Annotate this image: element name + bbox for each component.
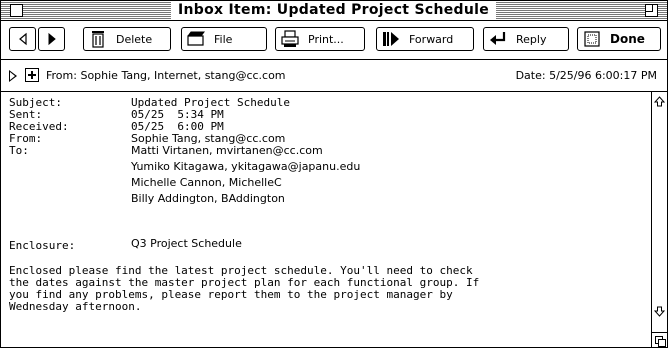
done-icon (584, 31, 600, 47)
zoom-box[interactable] (645, 4, 658, 17)
sent-label: Sent: (9, 108, 43, 121)
received-value: 05/25 6:00 PM (131, 120, 224, 133)
back-arrow-icon (18, 32, 27, 46)
forward-button[interactable]: Forward (376, 27, 474, 51)
forward-message-icon (383, 32, 399, 46)
header-from: From: Sophie Tang, Internet, stang@cc.co… (46, 69, 286, 82)
body-line: the dates against the master project pla… (9, 276, 480, 289)
forward-label: Forward (409, 32, 454, 46)
print-button[interactable]: Print... (275, 27, 365, 51)
scroll-up-arrow-icon[interactable] (654, 96, 665, 107)
print-label: Print... (308, 32, 344, 46)
body-line: you find any problems, please report the… (9, 288, 453, 301)
next-message-button[interactable] (38, 27, 65, 51)
to-recipient: Matti Virtanen, mvirtanen@cc.com (131, 144, 323, 157)
reply-arrow-icon (490, 32, 506, 45)
to-label: To: (9, 144, 29, 157)
subject-label: Subject: (9, 96, 62, 109)
previous-message-button[interactable] (9, 27, 36, 51)
message-body[interactable]: Subject: Updated Project Schedule Sent: … (1, 92, 651, 347)
from-label: From: (9, 132, 43, 145)
body-line: Wednesday afternoon. (9, 300, 142, 313)
add-sender-icon[interactable] (25, 68, 39, 82)
expand-triangle-icon[interactable] (9, 70, 17, 82)
trash-icon (92, 31, 104, 48)
to-recipient: Billy Addington, BAddington (131, 192, 285, 205)
window-title: Inbox Item: Updated Project Schedule (171, 2, 496, 19)
printer-icon (281, 30, 299, 47)
enclosure-label: Enclosure: (9, 239, 76, 252)
reply-button[interactable]: Reply (483, 27, 569, 51)
received-label: Received: (9, 120, 69, 133)
size-box[interactable] (652, 332, 667, 347)
done-label: Done (610, 32, 645, 46)
message-window: Inbox Item: Updated Project Schedule Del… (0, 0, 668, 348)
delete-button[interactable]: Delete (83, 27, 171, 51)
file-button[interactable]: File (181, 27, 267, 51)
file-label: File (214, 32, 233, 46)
header-date: Date: 5/25/96 6:00:17 PM (515, 69, 657, 82)
message-header-bar: From: Sophie Tang, Internet, stang@cc.co… (1, 61, 667, 92)
reply-label: Reply (516, 32, 547, 46)
scroll-down-arrow-icon[interactable] (654, 306, 665, 317)
forward-arrow-icon (48, 32, 56, 46)
done-button[interactable]: Done (577, 27, 661, 51)
toolbar: Delete File Print... Forward Reply Done (1, 21, 667, 60)
body-line: Enclosed please find the latest project … (9, 264, 473, 277)
sent-value: 05/25 5:34 PM (131, 108, 224, 121)
title-bar[interactable]: Inbox Item: Updated Project Schedule (1, 1, 667, 21)
close-box[interactable] (10, 4, 23, 17)
enclosure-attachment[interactable]: Q3 Project Schedule (131, 237, 242, 250)
file-folder-icon (187, 31, 205, 46)
delete-label: Delete (116, 32, 153, 46)
to-recipient: Michelle Cannon, MichelleC (131, 176, 282, 189)
vertical-scrollbar[interactable] (651, 92, 667, 347)
to-recipient: Yumiko Kitagawa, ykitagawa@japanu.edu (131, 160, 361, 173)
subject-value: Updated Project Schedule (131, 96, 290, 109)
